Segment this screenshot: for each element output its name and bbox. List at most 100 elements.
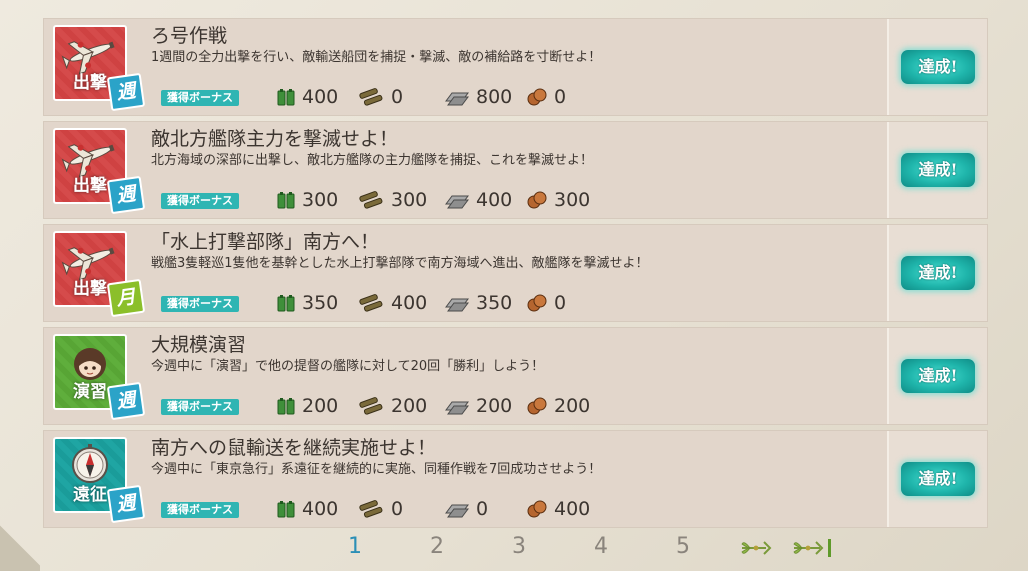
quest-item[interactable]: 遠征 週 南方への鼠輸送を継続実施せよ！ 今週中に「東京急行」系遠征を継続的に実… <box>43 430 988 528</box>
quest-main: 出撃 月 「水上打撃部隊」南方へ！ 戦艦3隻軽巡1隻他を基幹とした水上打撃部隊で… <box>44 225 889 321</box>
reward-bauxite-value: 400 <box>554 498 591 520</box>
reward-ammo-value: 400 <box>391 292 428 314</box>
ammo-icon <box>359 397 383 415</box>
quest-description: 今週中に「演習」で他の提督の艦隊に対して20回「勝利」しよう！ <box>151 359 545 374</box>
quest-main: 出撃 週 ろ号作戦 1週間の全力出撃を行い、敵輸送船団を捕捉・撃滅、敵の補給路を… <box>44 19 889 115</box>
bonus-tag: 獲得ボーナス <box>161 399 239 415</box>
quest-frequency-badge: 週 <box>106 72 146 112</box>
page-1[interactable]: 1 <box>348 534 362 559</box>
reward-bauxite: 400 <box>526 497 590 521</box>
reward-steel-value: 0 <box>476 498 489 520</box>
ammo-icon <box>359 191 383 209</box>
quest-title: 大規模演習 <box>151 334 247 356</box>
quest-status-area: 達成! <box>887 122 987 218</box>
quest-frequency-badge: 月 <box>106 278 146 318</box>
quest-title: 南方への鼠輸送を継続実施せよ！ <box>151 437 437 459</box>
reward-steel-value: 800 <box>476 86 513 108</box>
panel-corner-decoration <box>0 511 40 571</box>
quest-description: 今週中に「東京急行」系遠征を継続的に実施、同種作戦を7回成功させよう！ <box>151 462 602 477</box>
reward-fuel: 350 <box>276 291 338 315</box>
quest-title: 敵北方艦隊主力を撃滅せよ！ <box>151 128 399 150</box>
achieved-button[interactable]: 達成! <box>901 256 975 290</box>
reward-fuel: 400 <box>276 497 338 521</box>
steel-icon <box>445 195 469 209</box>
reward-ammo: 400 <box>359 291 427 315</box>
page-4[interactable]: 4 <box>594 534 608 559</box>
reward-fuel: 400 <box>276 85 338 109</box>
reward-ammo-value: 200 <box>391 395 428 417</box>
quest-status-area: 達成! <box>887 225 987 321</box>
reward-bauxite: 200 <box>526 394 590 418</box>
reward-fuel-value: 200 <box>302 395 339 417</box>
reward-fuel-value: 400 <box>302 86 339 108</box>
last-page-icon[interactable] <box>792 538 836 562</box>
reward-steel: 400 <box>444 188 512 212</box>
quest-item[interactable]: 出撃 週 敵北方艦隊主力を撃滅せよ！ 北方海域の深部に出撃し、敵北方艦隊の主力艦… <box>43 121 988 219</box>
quest-main: 遠征 週 南方への鼠輸送を継続実施せよ！ 今週中に「東京急行」系遠征を継続的に実… <box>44 431 889 527</box>
achieved-button[interactable]: 達成! <box>901 50 975 84</box>
reward-bauxite: 0 <box>526 85 566 109</box>
reward-fuel: 200 <box>276 394 338 418</box>
bauxite-icon <box>527 294 547 312</box>
ammo-icon <box>359 88 383 106</box>
ammo-icon <box>359 500 383 518</box>
page-5[interactable]: 5 <box>676 534 690 559</box>
quest-status-area: 達成! <box>887 431 987 527</box>
reward-ammo: 300 <box>359 188 427 212</box>
bauxite-icon <box>527 397 547 415</box>
reward-steel: 200 <box>444 394 512 418</box>
quest-status-area: 達成! <box>887 328 987 424</box>
quest-main: 演習 週 大規模演習 今週中に「演習」で他の提督の艦隊に対して20回「勝利」しよ… <box>44 328 889 424</box>
achieved-button[interactable]: 達成! <box>901 153 975 187</box>
quest-title: ろ号作戦 <box>151 25 228 47</box>
reward-fuel-value: 400 <box>302 498 339 520</box>
reward-steel-value: 400 <box>476 189 513 211</box>
quest-item[interactable]: 出撃 週 ろ号作戦 1週間の全力出撃を行い、敵輸送船団を捕捉・撃滅、敵の補給路を… <box>43 18 988 116</box>
quest-status-area: 達成! <box>887 19 987 115</box>
reward-steel: 350 <box>444 291 512 315</box>
quest-item[interactable]: 出撃 月 「水上打撃部隊」南方へ！ 戦艦3隻軽巡1隻他を基幹とした水上打撃部隊で… <box>43 224 988 322</box>
fuel-icon <box>277 398 295 415</box>
bonus-tag: 獲得ボーナス <box>161 296 239 312</box>
achieved-button[interactable]: 達成! <box>901 462 975 496</box>
fuel-icon <box>277 501 295 518</box>
reward-fuel-value: 350 <box>302 292 339 314</box>
bauxite-icon <box>527 88 547 106</box>
reward-fuel-value: 300 <box>302 189 339 211</box>
bonus-tag: 獲得ボーナス <box>161 90 239 106</box>
quest-list: 出撃 週 ろ号作戦 1週間の全力出撃を行い、敵輸送船団を捕捉・撃滅、敵の補給路を… <box>43 18 988 533</box>
reward-ammo: 0 <box>359 85 403 109</box>
steel-icon <box>445 92 469 106</box>
reward-steel: 800 <box>444 85 512 109</box>
reward-ammo-value: 300 <box>391 189 428 211</box>
quest-description: 戦艦3隻軽巡1隻他を基幹とした水上打撃部隊で南方海域へ進出、敵艦隊を撃滅せよ！ <box>151 256 649 271</box>
fuel-icon <box>277 89 295 106</box>
reward-bauxite: 300 <box>526 188 590 212</box>
pagination: 1 2 3 4 5 <box>340 534 840 564</box>
quest-frequency-badge: 週 <box>106 484 146 524</box>
reward-steel-value: 350 <box>476 292 513 314</box>
ammo-icon <box>359 294 383 312</box>
reward-ammo-value: 0 <box>391 86 404 108</box>
fuel-icon <box>277 295 295 312</box>
steel-icon <box>445 401 469 415</box>
quest-description: 北方海域の深部に出撃し、敵北方艦隊の主力艦隊を捕捉、これを撃滅せよ！ <box>151 153 594 168</box>
quest-description: 1週間の全力出撃を行い、敵輸送船団を捕捉・撃滅、敵の補給路を寸断せよ！ <box>151 50 602 65</box>
reward-steel: 0 <box>444 497 488 521</box>
page-3[interactable]: 3 <box>512 534 526 559</box>
quest-title: 「水上打撃部隊」南方へ！ <box>151 231 380 253</box>
reward-steel-value: 200 <box>476 395 513 417</box>
reward-fuel: 300 <box>276 188 338 212</box>
bauxite-icon <box>527 500 547 518</box>
quest-frequency-badge: 週 <box>106 175 146 215</box>
steel-icon <box>445 504 469 518</box>
bonus-tag: 獲得ボーナス <box>161 193 239 209</box>
page-2[interactable]: 2 <box>430 534 444 559</box>
quest-item[interactable]: 演習 週 大規模演習 今週中に「演習」で他の提督の艦隊に対して20回「勝利」しよ… <box>43 327 988 425</box>
reward-ammo: 200 <box>359 394 427 418</box>
fuel-icon <box>277 192 295 209</box>
reward-ammo: 0 <box>359 497 403 521</box>
next-page-icon[interactable] <box>740 538 772 562</box>
reward-bauxite-value: 200 <box>554 395 591 417</box>
achieved-button[interactable]: 達成! <box>901 359 975 393</box>
